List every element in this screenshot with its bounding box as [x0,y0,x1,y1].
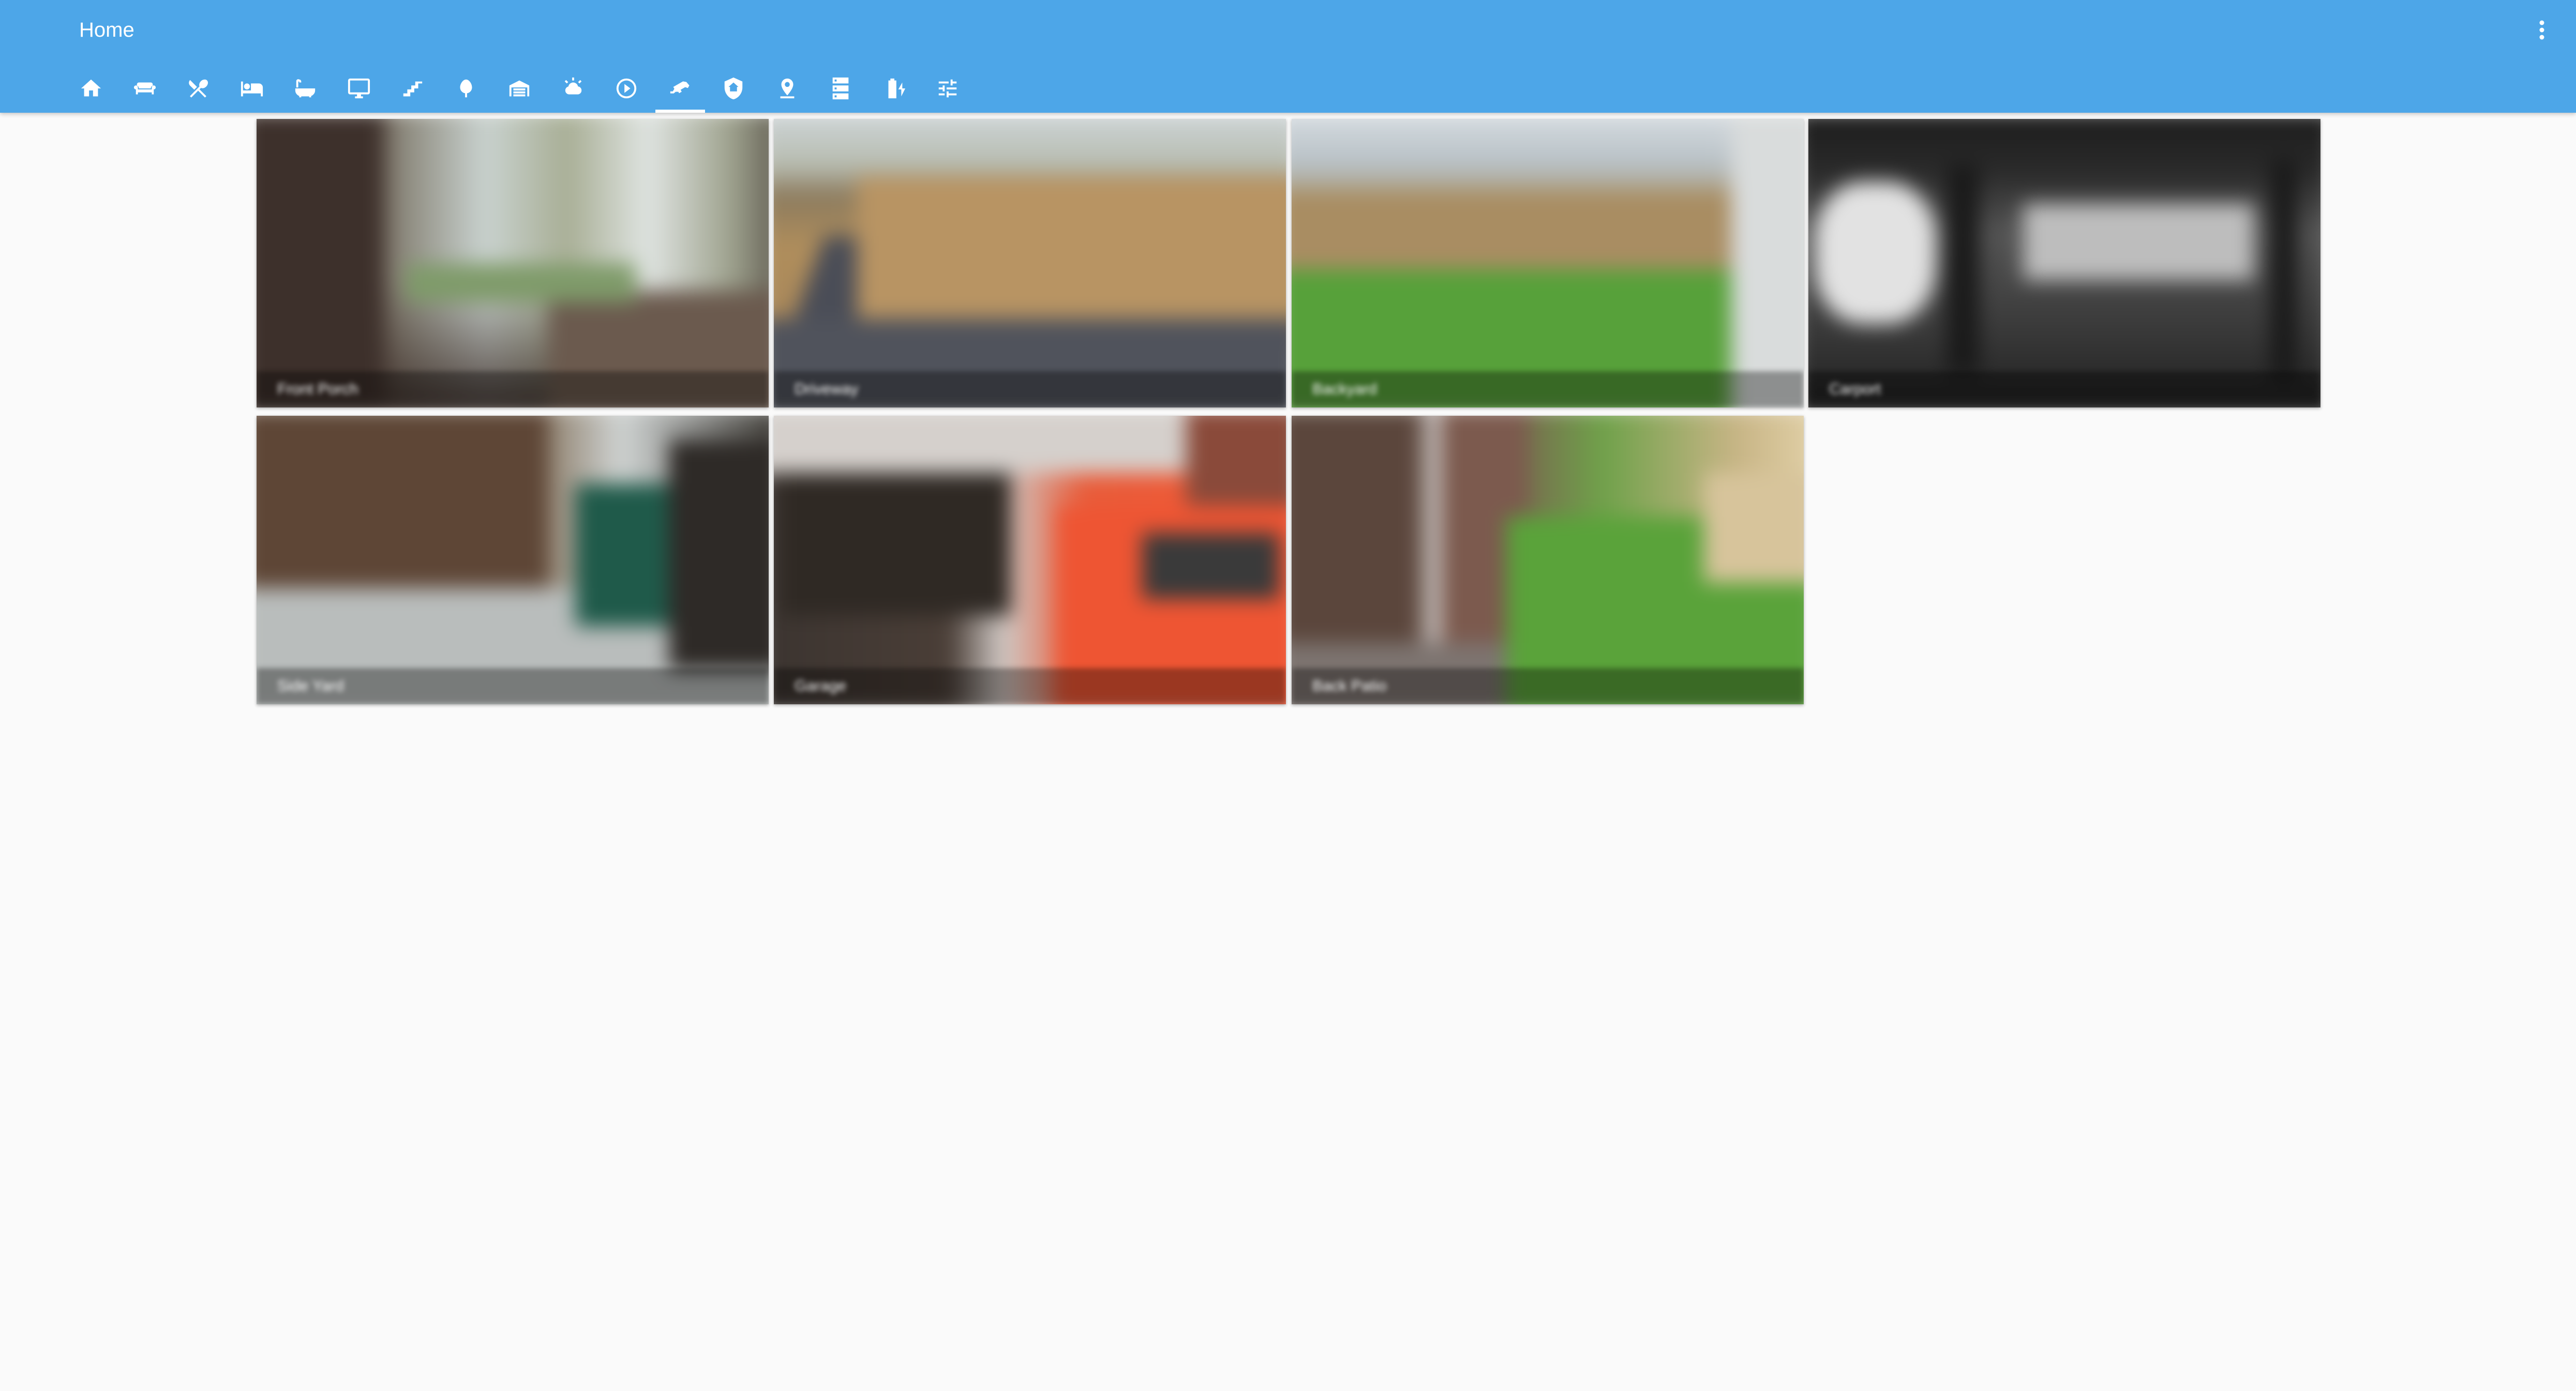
camera-snapshot [1808,119,2320,407]
sofa-icon [133,82,156,95]
garage-icon [509,80,530,97]
camera-snapshot [774,119,1286,407]
camera-caption: Garage [774,668,1286,704]
tab-kitchen[interactable] [173,64,223,113]
weather-icon [564,77,582,95]
tab-office[interactable] [334,64,384,113]
tab-bathroom[interactable] [280,64,330,113]
tab-garage[interactable] [495,64,544,113]
map-marker-icon [780,78,795,99]
camera-snapshot [257,416,769,704]
tab-bedroom[interactable] [227,64,277,113]
silverware-icon [189,79,208,98]
tab-home[interactable] [66,64,116,113]
tab-media[interactable] [602,64,651,113]
page-title: Home [79,19,134,41]
tab-energy[interactable] [870,64,919,113]
tab-settings[interactable] [923,64,972,113]
tab-weather[interactable] [548,64,598,113]
bed-icon [241,81,263,97]
camera-caption: Backyard [1292,371,1804,407]
camera-card[interactable]: Backyard [1292,119,1804,407]
home-icon [81,79,101,97]
camera-caption: Front Porch [257,371,769,407]
camera-card[interactable]: Garage [774,416,1286,704]
camera-caption: Side Yard [257,668,769,704]
tab-living-room[interactable] [120,64,170,113]
camera-snapshot [1292,416,1804,704]
app-header: Home [0,0,2576,113]
stairs-icon [403,81,423,97]
camera-caption: Driveway [774,371,1286,407]
camera-snapshot [257,119,769,407]
camera-card[interactable]: Carport [1808,119,2320,407]
tab-cameras[interactable] [655,64,705,113]
camera-card[interactable]: Front Porch [257,119,769,407]
tab-security[interactable] [709,64,758,113]
tab-stairs[interactable] [387,64,437,113]
camera-caption: Back Patio [1292,668,1804,704]
bathtub-icon [295,79,316,98]
camera-card[interactable]: Driveway [774,119,1286,407]
camera-caption: Carport [1808,371,2320,407]
camera-snapshot [1292,119,1804,407]
tab-location[interactable] [762,64,812,113]
tune-icon [938,79,957,98]
camera-card[interactable]: Back Patio [1292,416,1804,704]
shield-home-icon [724,77,743,100]
dots-vertical-icon [2539,20,2544,40]
play-circle-icon [616,78,637,99]
tab-garden[interactable] [441,64,491,113]
camera-snapshot [774,416,1286,704]
tree-icon [460,79,472,98]
tab-server[interactable] [816,64,865,113]
cctv-icon [670,81,690,94]
more-menu-button[interactable] [2527,16,2556,44]
camera-card[interactable]: Side Yard [257,416,769,704]
monitor-icon [348,78,370,99]
battery-charging-icon [888,78,906,99]
server-icon [832,77,849,100]
